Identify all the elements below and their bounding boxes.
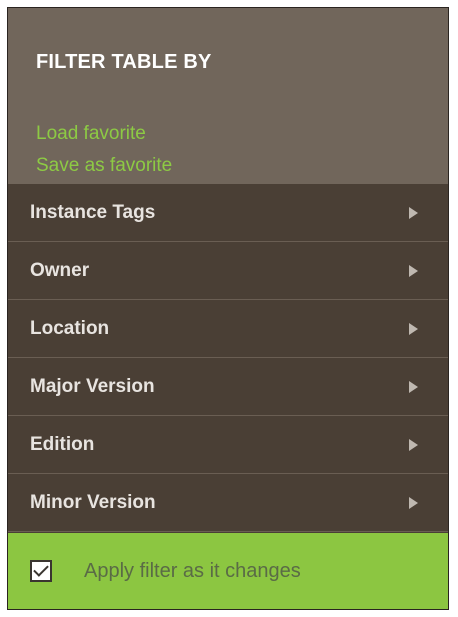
filter-title: FILTER TABLE BY: [36, 51, 212, 73]
apply-filter-footer: Apply filter as it changes: [8, 533, 448, 609]
filter-list: Instance Tags Owner Location Major Versi…: [8, 184, 448, 532]
apply-filter-label[interactable]: Apply filter as it changes: [84, 560, 301, 583]
chevron-right-icon: [409, 322, 418, 335]
favorite-links: Load favorite Save as favorite: [36, 118, 448, 182]
filter-item-edition[interactable]: Edition: [8, 416, 448, 474]
chevron-right-icon: [409, 264, 418, 277]
filter-item-owner[interactable]: Owner: [8, 242, 448, 300]
filter-header: FILTER TABLE BY Load favorite Save as fa…: [8, 8, 448, 184]
save-favorite-link[interactable]: Save as favorite: [36, 150, 448, 182]
chevron-right-icon: [409, 438, 418, 451]
filter-item-label: Major Version: [30, 375, 155, 397]
filter-item-label: Owner: [30, 259, 90, 281]
filter-item-label: Edition: [30, 433, 95, 455]
chevron-right-icon: [409, 380, 418, 393]
chevron-right-icon: [409, 496, 418, 509]
filter-item-instance-tags[interactable]: Instance Tags: [8, 184, 448, 242]
apply-filter-checkbox[interactable]: [30, 560, 52, 582]
load-favorite-link[interactable]: Load favorite: [36, 118, 448, 150]
filter-item-label: Minor Version: [30, 491, 156, 513]
filter-item-minor-version[interactable]: Minor Version: [8, 474, 448, 532]
filter-item-major-version[interactable]: Major Version: [8, 358, 448, 416]
filter-item-label: Instance Tags: [30, 201, 156, 223]
chevron-right-icon: [409, 206, 418, 219]
filter-panel: FILTER TABLE BY Load favorite Save as fa…: [7, 7, 449, 610]
filter-item-location[interactable]: Location: [8, 300, 448, 358]
filter-item-label: Location: [30, 317, 110, 339]
